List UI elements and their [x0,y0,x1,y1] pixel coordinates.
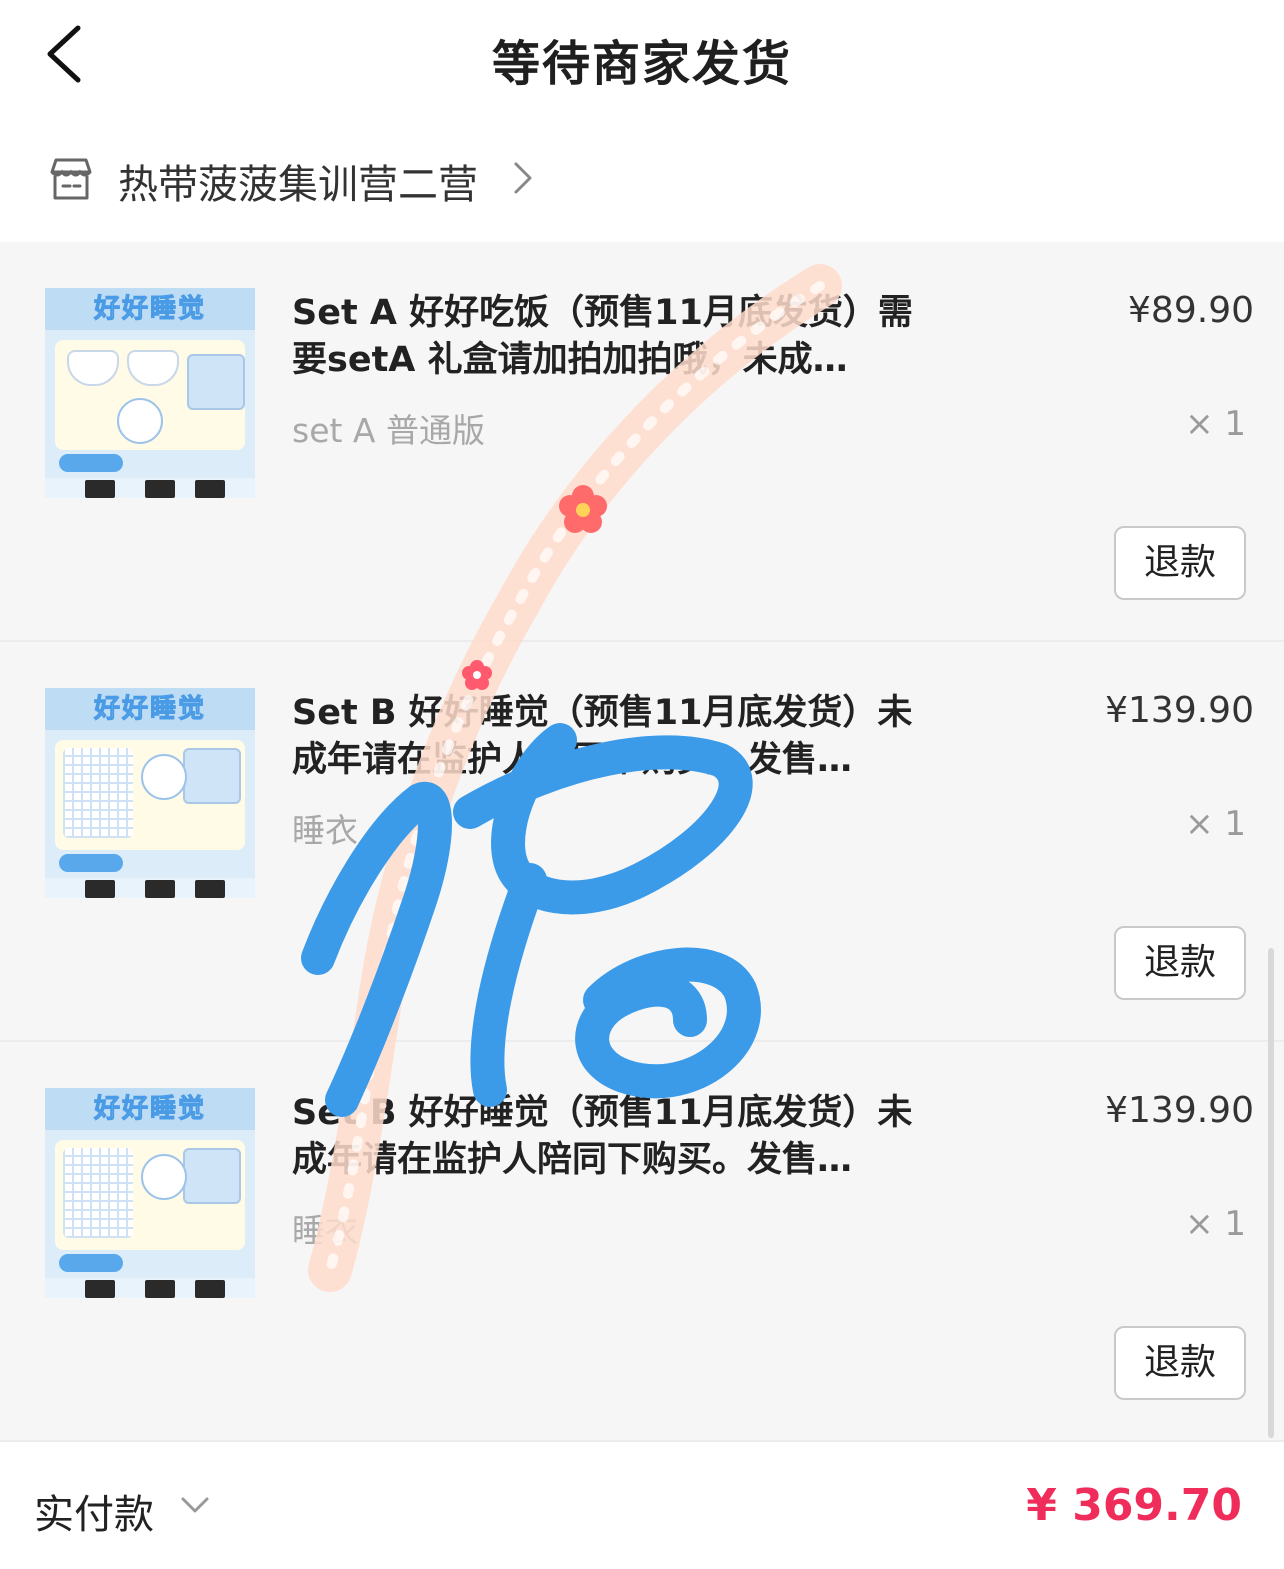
giftbox-image [187,354,245,410]
order-items: 好好睡觉 Set A 好好吃饭（预售11月底发货）需要setA 礼盒请加拍加拍哦… [0,242,1284,1442]
product-thumbnail[interactable]: 好好睡觉 [45,288,255,498]
giftbox-image [183,1148,241,1204]
paid-amount-label: 实付款 [34,1492,154,1538]
shop-name: 热带菠菠集训营二营 [118,162,478,208]
item-title[interactable]: Set B 好好睡觉（预售11月底发货）未成年请在监护人陪同下购买。发售… [292,1090,932,1184]
thumbnail-banner: 好好睡觉 [45,1088,255,1130]
refund-button[interactable]: 退款 [1114,926,1246,1000]
eyemask-image [141,1154,187,1200]
item-price: ¥89.90 [1128,290,1254,331]
item-quantity: × 1 [1185,1204,1246,1244]
top-bar: 等待商家发货 [0,0,1284,112]
item-quantity: × 1 [1185,404,1246,444]
item-quantity: × 1 [1185,804,1246,844]
thumbnail-footer [45,478,255,498]
order-item[interactable]: 好好睡觉 Set B 好好睡觉（预售11月底发货）未成年请在监护人陪同下购买。发… [0,1042,1284,1442]
thumbnail-banner: 好好睡觉 [45,288,255,330]
item-sku: 睡衣 [292,1211,358,1250]
item-title[interactable]: Set B 好好睡觉（预售11月底发货）未成年请在监护人陪同下购买。发售… [292,690,932,784]
scrollbar[interactable] [1268,948,1274,1438]
eyemask-image [141,754,187,800]
refund-button[interactable]: 退款 [1114,1326,1246,1400]
pajama-image [63,1148,133,1238]
price-badge [59,454,123,472]
shop-row[interactable]: 热带菠菠集训营二营 [0,130,1284,230]
paid-amount-value: ¥ 369.70 [1026,1480,1242,1531]
refund-button[interactable]: 退款 [1114,526,1246,600]
price-badge [59,1254,123,1272]
plate-image [117,398,163,444]
product-thumbnail[interactable]: 好好睡觉 [45,688,255,898]
item-sku: 睡衣 [292,811,358,850]
item-price: ¥139.90 [1105,1090,1254,1131]
product-thumbnail[interactable]: 好好睡觉 [45,1088,255,1298]
order-item[interactable]: 好好睡觉 Set A 好好吃饭（预售11月底发货）需要setA 礼盒请加拍加拍哦… [0,242,1284,642]
price-badge [59,854,123,872]
item-price: ¥139.90 [1105,690,1254,731]
thumbnail-banner: 好好睡觉 [45,688,255,730]
giftbox-image [183,748,241,804]
thumbnail-footer [45,878,255,898]
payment-footer: 实付款 ¥ 369.70 [0,1442,1284,1569]
item-title[interactable]: Set A 好好吃饭（预售11月底发货）需要setA 礼盒请加拍加拍哦，未成… [292,290,932,384]
item-sku: set A 普通版 [292,411,485,450]
thumbnail-footer [45,1278,255,1298]
chevron-right-icon [514,162,532,194]
page-title: 等待商家发货 [491,36,792,92]
chevron-down-icon[interactable] [180,1492,210,1518]
store-icon [50,158,92,200]
order-item[interactable]: 好好睡觉 Set B 好好睡觉（预售11月底发货）未成年请在监护人陪同下购买。发… [0,642,1284,1042]
pajama-image [63,748,133,838]
